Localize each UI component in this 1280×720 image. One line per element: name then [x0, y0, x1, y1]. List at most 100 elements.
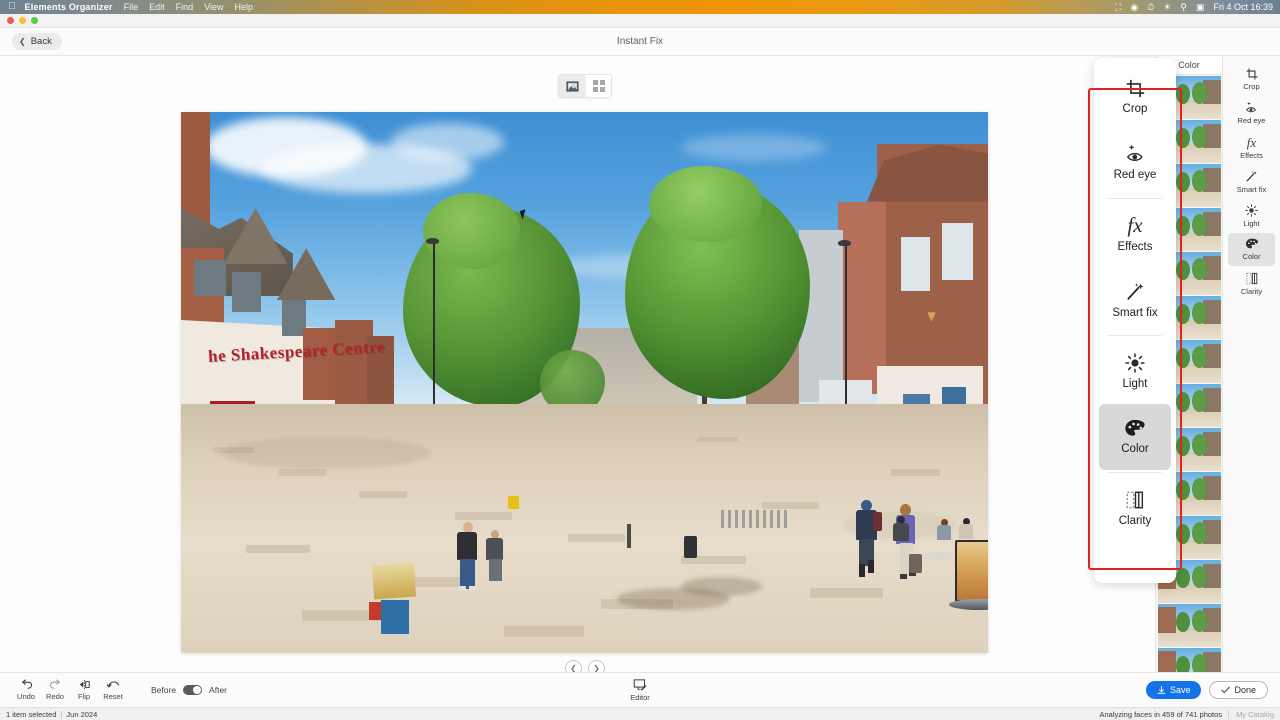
control-center-icon[interactable]: ◉ [1130, 3, 1138, 12]
photo-canvas[interactable]: he Shakespeare Centre The Road of Ticket… [181, 112, 988, 653]
menu-bar-clock: Fri 4 Oct 16:39 [1213, 2, 1273, 12]
status-divider: | [60, 710, 62, 719]
undo-arrow-icon [20, 679, 33, 690]
menu-edit[interactable]: Edit [149, 2, 165, 12]
rail-label: Red eye [1238, 116, 1266, 125]
toggle-knob [193, 686, 201, 694]
single-image-view-button[interactable] [559, 75, 585, 97]
after-label: After [209, 685, 227, 695]
rail-label: Smart fix [1237, 185, 1267, 194]
page-title: Instant Fix [0, 36, 1280, 47]
crop-icon [1246, 68, 1258, 80]
screen-icon[interactable]: ⛶ [1115, 3, 1121, 12]
rail-item-light[interactable]: Light [1228, 199, 1275, 232]
popup-item-clarity[interactable]: Clarity [1099, 475, 1171, 541]
red-eye-icon [1125, 145, 1146, 164]
apple-icon[interactable]:  [8, 2, 16, 12]
effects-fx-icon: fx [1127, 215, 1142, 236]
distant-crowd [721, 510, 791, 528]
instant-fix-options: Crop Red eye fx Effects Smart fix [1094, 58, 1176, 547]
grid-view-button[interactable] [585, 75, 611, 97]
smart-fix-wand-icon [1245, 170, 1258, 183]
reset-arrow-icon [107, 679, 120, 690]
rail-label: Color [1243, 252, 1261, 261]
cafe-chair [909, 554, 922, 573]
a-board-sign [955, 540, 988, 602]
menu-view[interactable]: View [204, 2, 223, 12]
popup-item-label: Effects [1118, 241, 1153, 253]
mac-menu-bar:  Elements Organizer File Edit Find View… [0, 0, 1280, 14]
cafe-table [923, 552, 953, 561]
divider [1108, 198, 1162, 199]
blue-sign [381, 600, 409, 634]
editor-button[interactable]: Editor [630, 679, 650, 702]
redo-arrow-icon [49, 679, 62, 690]
popup-item-label: Red eye [1114, 169, 1157, 181]
divider [1108, 472, 1162, 473]
rail-item-crop[interactable]: Crop [1228, 63, 1275, 96]
action-buttons-group: Save Done [1146, 681, 1280, 699]
popup-item-color[interactable]: Color [1099, 404, 1171, 470]
clarity-icon [1126, 490, 1144, 510]
popup-item-crop[interactable]: Crop [1099, 64, 1171, 130]
main-stage: he Shakespeare Centre The Road of Ticket… [0, 56, 1170, 672]
close-button[interactable] [7, 17, 14, 24]
before-after-toggle[interactable] [183, 685, 202, 695]
menu-help[interactable]: Help [235, 2, 254, 12]
zoom-button[interactable] [31, 17, 38, 24]
color-palette-icon [1245, 238, 1259, 250]
search-icon[interactable]: ⚲ [1180, 3, 1187, 12]
rail-label: Effects [1240, 151, 1263, 160]
minimize-button[interactable] [19, 17, 26, 24]
download-icon [1157, 686, 1166, 695]
date-status: Jun 2024 [66, 710, 97, 719]
clarity-icon [1246, 272, 1258, 285]
yellow-sign [508, 496, 519, 509]
color-palette-icon [1124, 419, 1146, 438]
menu-find[interactable]: Find [176, 2, 194, 12]
undo-button[interactable]: Undo [13, 679, 39, 701]
rail-item-color[interactable]: Color [1228, 233, 1275, 266]
display-icon[interactable]: ▣ [1196, 3, 1205, 12]
filmstrip-thumbnail[interactable] [1158, 604, 1221, 647]
rail-item-smart-fix[interactable]: Smart fix [1228, 165, 1275, 198]
rail-item-clarity[interactable]: Clarity [1228, 267, 1275, 300]
save-label: Save [1170, 685, 1191, 695]
before-after-group: Before After [151, 685, 227, 695]
lamp-head [426, 238, 439, 244]
menu-file[interactable]: File [124, 2, 139, 12]
popup-item-effects[interactable]: fx Effects [1099, 201, 1171, 267]
popup-item-smart-fix[interactable]: Smart fix [1099, 267, 1171, 333]
reset-button[interactable]: Reset [100, 679, 126, 701]
smart-fix-wand-icon [1125, 282, 1145, 302]
editor-screen-icon [633, 679, 647, 691]
popup-item-label: Light [1123, 378, 1148, 390]
app-header: ❮ Back Instant Fix [0, 28, 1280, 56]
popup-item-red-eye[interactable]: Red eye [1099, 130, 1171, 196]
done-button[interactable]: Done [1209, 681, 1268, 699]
rail-label: Crop [1243, 82, 1259, 91]
tree-left-tuft [423, 193, 520, 269]
app-name-label[interactable]: Elements Organizer [25, 2, 113, 12]
rail-item-red-eye[interactable]: Red eye [1228, 97, 1275, 130]
bollard [627, 524, 631, 548]
popup-item-label: Clarity [1119, 515, 1152, 527]
crop-icon [1126, 79, 1145, 98]
tree-center-tuft [649, 166, 762, 242]
instant-fix-popup[interactable]: Crop Red eye fx Effects Smart fix [1094, 58, 1176, 583]
rail-label: Light [1243, 219, 1259, 228]
save-button[interactable]: Save [1146, 681, 1202, 699]
window-title-bar [0, 14, 1280, 28]
wifi-icon[interactable]: ☀ [1163, 3, 1171, 12]
bottom-toolbar: Undo Redo Flip Reset Before [0, 672, 1280, 707]
popup-item-label: Color [1121, 443, 1148, 455]
popup-item-light[interactable]: Light [1099, 338, 1171, 404]
battery-icon[interactable]: ⏱ [1147, 3, 1154, 12]
view-mode-toggle [558, 74, 612, 98]
red-eye-icon [1245, 102, 1258, 114]
light-sun-icon [1125, 353, 1145, 373]
rail-item-effects[interactable]: fx Effects [1228, 131, 1275, 164]
tool-label: Redo [46, 692, 64, 701]
flip-button[interactable]: Flip [71, 679, 97, 701]
redo-button[interactable]: Redo [42, 679, 68, 701]
